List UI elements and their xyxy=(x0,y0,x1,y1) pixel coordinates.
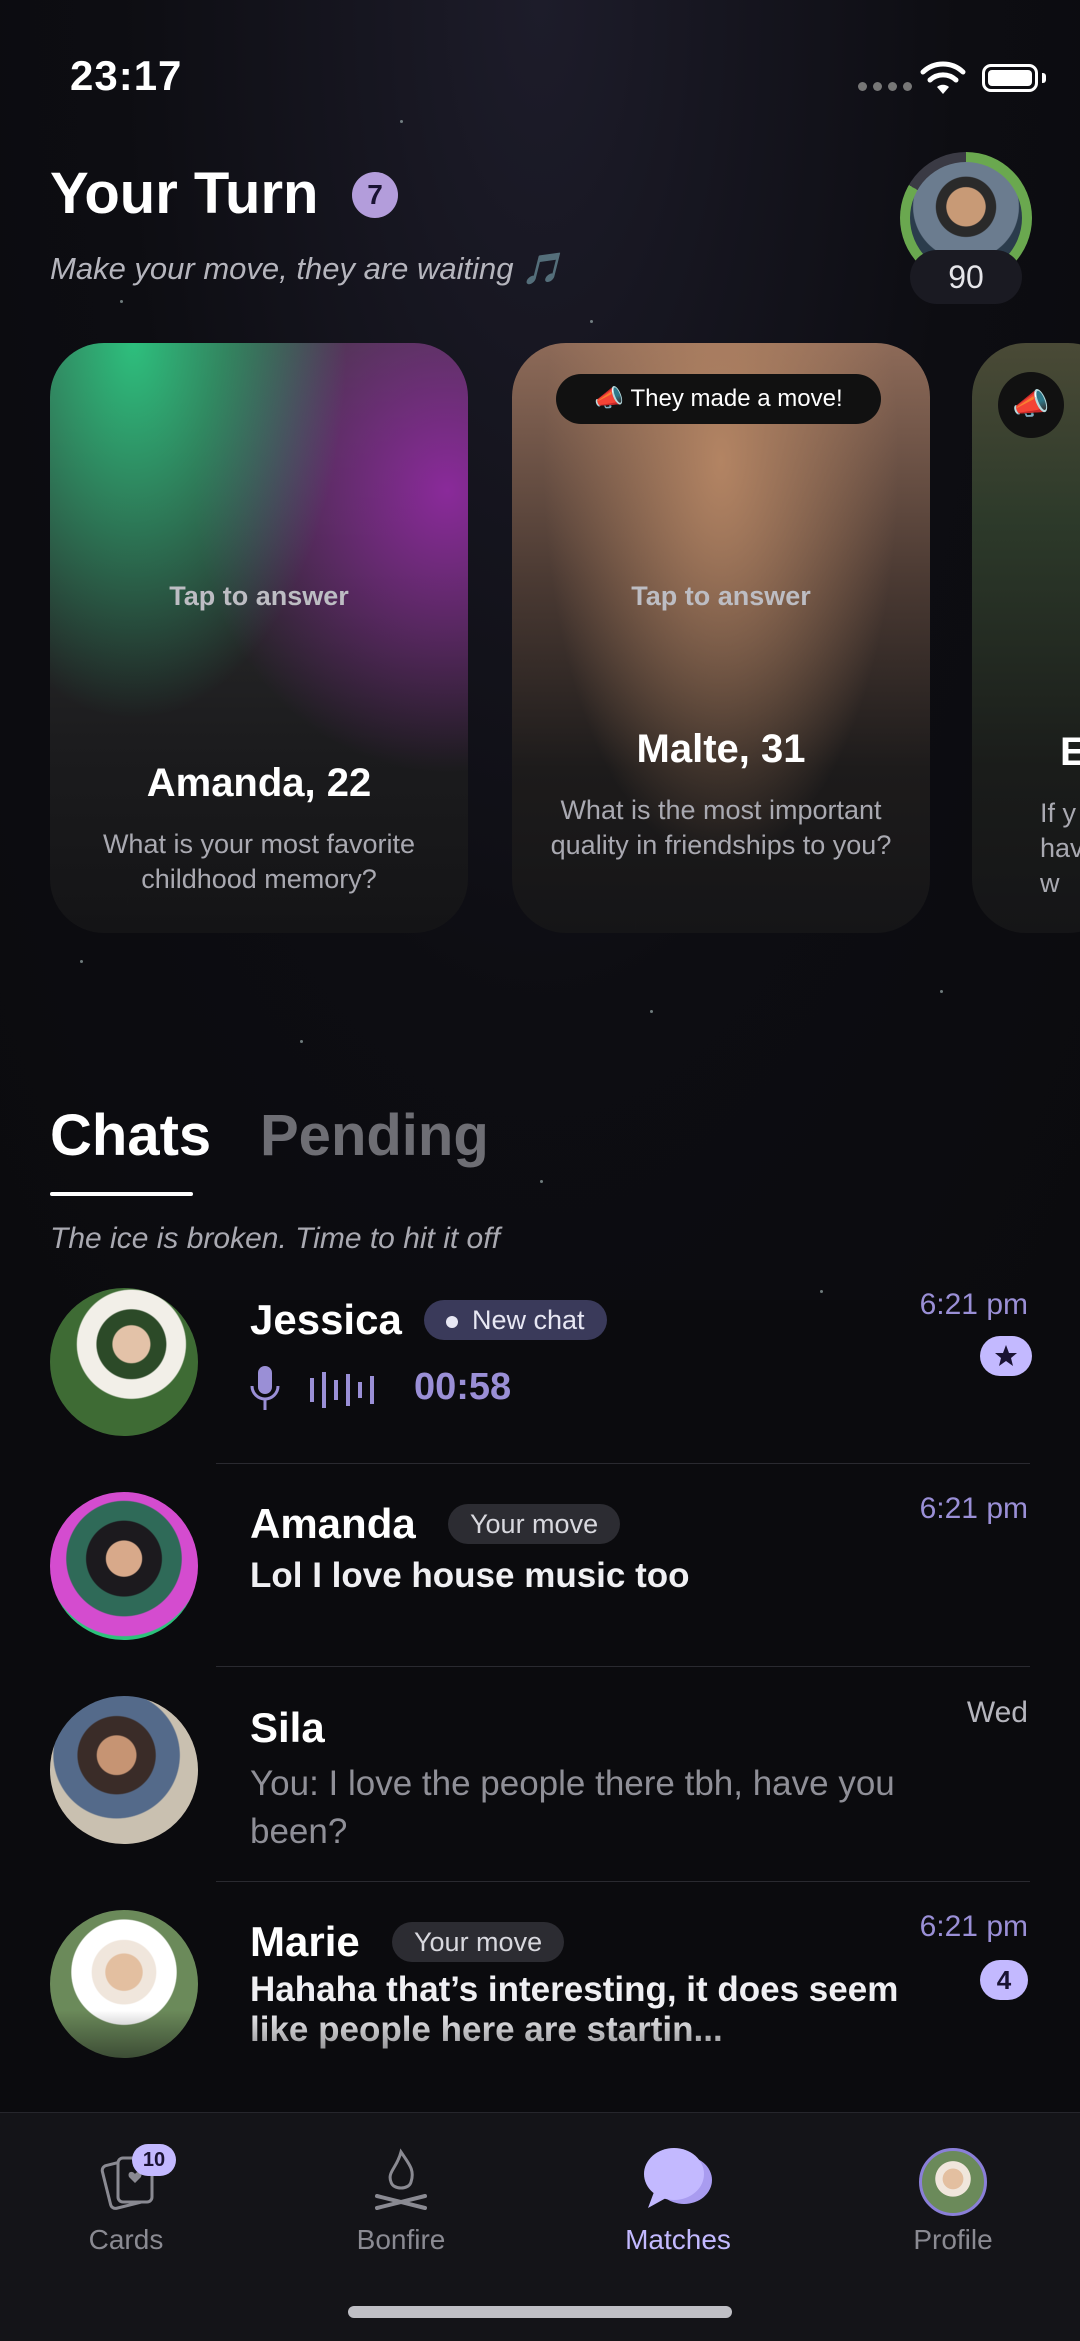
new-chat-badge: New chat xyxy=(424,1300,607,1340)
wifi-icon xyxy=(920,61,966,94)
chat-timestamp: Wed xyxy=(966,1696,1028,1729)
chat-preview: Lol I love house music too xyxy=(250,1556,690,1595)
megaphone-icon: 📣 xyxy=(998,372,1064,438)
score-value: 90 xyxy=(910,250,1022,304)
divider xyxy=(216,1463,1030,1464)
turn-count-badge: 7 xyxy=(352,172,398,218)
chat-row-sila[interactable]: Sila Wed You: I love the people there tb… xyxy=(0,1696,1080,1886)
cards-badge: 10 xyxy=(132,2144,176,2176)
chat-preview: You: I love the people there tbh, have y… xyxy=(250,1764,895,1851)
question-card-amanda[interactable]: Tap to answer Amanda, 22 What is your mo… xyxy=(50,343,468,933)
unread-count-badge: 4 xyxy=(980,1960,1028,2000)
made-a-move-tag: 📣 They made a move! xyxy=(556,374,881,424)
tap-to-answer-label: Tap to answer xyxy=(169,581,349,611)
profile-avatar-icon xyxy=(919,2148,987,2216)
card-name: E xyxy=(1060,730,1080,774)
chat-row-jessica[interactable]: Jessica New chat 6:21 pm 00:58 xyxy=(0,1288,1080,1464)
tab-label: Profile xyxy=(913,2224,993,2255)
voice-duration: 00:58 xyxy=(414,1366,512,1408)
page-subtitle: Make your move, they are waiting 🎵 xyxy=(50,251,561,286)
divider xyxy=(216,1881,1030,1882)
status-time: 23:17 xyxy=(70,52,183,99)
avatar xyxy=(50,1696,198,1844)
card-name: Malte, 31 xyxy=(636,727,806,771)
card-question: What is the most important quality in fr… xyxy=(550,795,892,860)
chat-timestamp: 6:21 pm xyxy=(919,1910,1028,1943)
bonfire-icon xyxy=(375,2148,427,2210)
avatar xyxy=(50,1288,198,1436)
page-title: Your Turn xyxy=(50,161,319,226)
chat-row-amanda[interactable]: Amanda Your move 6:21 pm Lol I love hous… xyxy=(0,1492,1080,1668)
card-question: What is your most favorite childhood mem… xyxy=(102,829,416,894)
chat-name: Jessica xyxy=(250,1296,402,1343)
card-question: If y hav w xyxy=(1040,798,1080,898)
chat-name: Sila xyxy=(250,1704,325,1751)
tab-chats[interactable]: Chats xyxy=(50,1102,211,1169)
matches-icon xyxy=(644,2148,712,2208)
list-fade xyxy=(0,2010,1080,2110)
waveform-icon xyxy=(310,1372,374,1408)
section-caption: The ice is broken. Time to hit it off xyxy=(50,1222,500,1255)
your-move-badge: Your move xyxy=(392,1922,565,1962)
microphone-icon xyxy=(250,1366,280,1410)
star-icon xyxy=(980,1336,1032,1376)
card-name: Amanda, 22 xyxy=(146,761,372,805)
status-bar: 23:17 xyxy=(0,0,1080,150)
chat-timestamp: 6:21 pm xyxy=(919,1288,1028,1321)
cellular-signal-icon xyxy=(858,82,912,91)
tab-label: Bonfire xyxy=(356,2224,446,2255)
question-card-malte[interactable]: Tap to answer Malte, 31 What is the most… xyxy=(512,343,930,933)
battery-tip xyxy=(1042,73,1046,83)
divider xyxy=(216,1666,1030,1667)
chat-name: Marie xyxy=(250,1918,360,1965)
chat-timestamp: 6:21 pm xyxy=(919,1492,1028,1525)
battery-icon xyxy=(982,64,1038,92)
tab-active-indicator xyxy=(50,1192,193,1196)
home-indicator xyxy=(348,2306,732,2318)
avatar xyxy=(50,1492,198,1640)
your-move-badge: Your move xyxy=(448,1504,621,1544)
tab-label: Cards xyxy=(88,2224,164,2255)
tab-pending[interactable]: Pending xyxy=(260,1102,489,1169)
tap-to-answer-label: Tap to answer xyxy=(631,581,811,611)
tab-label: Matches xyxy=(625,2224,731,2255)
chat-name: Amanda xyxy=(250,1500,416,1547)
